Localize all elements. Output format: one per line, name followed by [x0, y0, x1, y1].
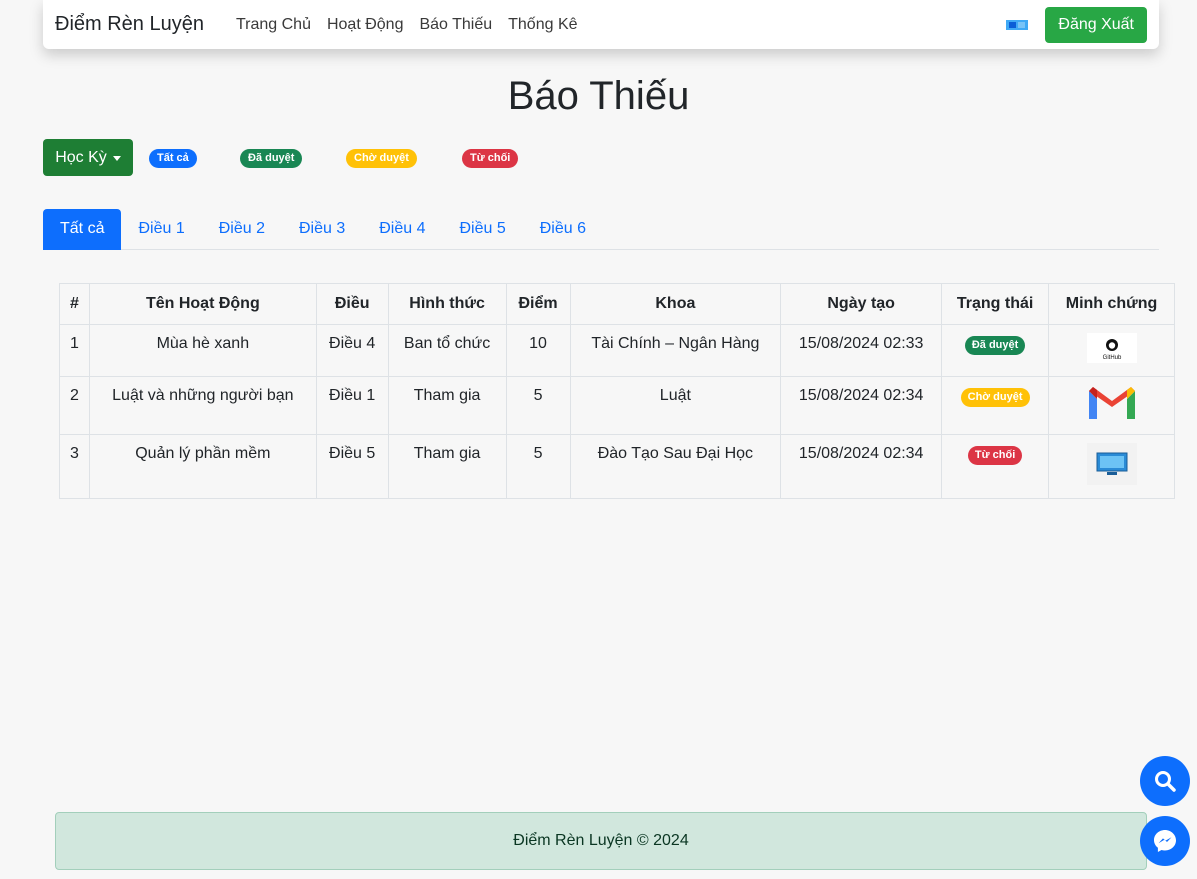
page-title: Báo Thiếu — [507, 74, 690, 118]
cell-article: Điều 5 — [315, 434, 389, 499]
header-index: # — [59, 283, 90, 325]
messenger-icon — [1154, 830, 1176, 852]
cell-faculty: Luật — [569, 376, 782, 435]
cell-index: 2 — [59, 376, 90, 435]
nav-right: Đăng Xuất — [1005, 6, 1147, 43]
gmail-logo-icon[interactable] — [1087, 385, 1137, 421]
caret-down-icon — [112, 155, 121, 161]
cell-created-date: 15/08/2024 02:34 — [780, 376, 943, 435]
table-row: 3 Quản lý phần mềm Điều 5 Tham gia 5 Đào… — [59, 434, 1175, 499]
cell-index: 1 — [59, 324, 90, 377]
table-row: 2 Luật và những người bạn Điều 1 Tham gi… — [59, 376, 1175, 435]
header-activity-name: Tên Hoạt Động — [88, 283, 317, 325]
github-logo-icon[interactable]: GitHub — [1086, 333, 1137, 363]
table-row: 1 Mùa hè xanh Điều 4 Ban tổ chức 10 Tài … — [59, 324, 1175, 377]
cell-form: Tham gia — [387, 434, 507, 499]
tab-article-4[interactable]: Điều 4 — [362, 209, 442, 250]
cell-activity-name: Luật và những người bạn — [88, 376, 317, 435]
messenger-fab-button[interactable] — [1140, 816, 1190, 866]
nav-link-statistics[interactable]: Thống Kê — [500, 16, 585, 34]
cell-created-date: 15/08/2024 02:33 — [780, 324, 943, 377]
cell-score: 10 — [505, 324, 571, 377]
tab-all[interactable]: Tất cả — [43, 209, 122, 250]
computer-icon[interactable] — [1086, 443, 1137, 485]
semester-dropdown-button[interactable]: Học Kỳ — [43, 139, 133, 176]
tab-article-6[interactable]: Điều 6 — [523, 209, 603, 250]
header-form: Hình thức — [387, 283, 507, 325]
tab-article-3[interactable]: Điều 3 — [282, 209, 362, 250]
filter-badge-all[interactable]: Tất cả — [149, 149, 197, 168]
nav-link-home[interactable]: Trang Chủ — [228, 16, 319, 34]
footer-text: Điểm Rèn Luyện © 2024 — [513, 832, 689, 849]
article-tabs: Tất cả Điều 1 Điều 2 Điều 3 Điều 4 Điều … — [43, 209, 1159, 250]
cell-faculty: Đào Tạo Sau Đại Học — [569, 434, 782, 499]
logout-button[interactable]: Đăng Xuất — [1045, 6, 1147, 43]
footer: Điểm Rèn Luyện © 2024 — [55, 812, 1147, 870]
search-fab-button[interactable] — [1140, 756, 1190, 806]
cell-proof — [1048, 376, 1175, 435]
cell-article: Điều 4 — [315, 324, 389, 377]
semester-dropdown-label: Học Kỳ — [55, 148, 107, 166]
nav-link-reports[interactable]: Báo Thiếu — [411, 16, 500, 34]
tab-article-1[interactable]: Điều 1 — [121, 209, 201, 250]
cell-created-date: 15/08/2024 02:34 — [780, 434, 943, 499]
filter-badge-approved[interactable]: Đã duyệt — [240, 149, 303, 168]
tab-article-2[interactable]: Điều 2 — [202, 209, 282, 250]
cell-index: 3 — [59, 434, 90, 499]
cell-article: Điều 1 — [315, 376, 389, 435]
cell-form: Ban tổ chức — [387, 324, 507, 377]
cell-form: Tham gia — [387, 376, 507, 435]
header-created-date: Ngày tạo — [780, 283, 943, 325]
cell-status: Đã duyệt — [941, 324, 1050, 377]
filter-badge-rejected[interactable]: Từ chối — [462, 149, 519, 168]
cell-score: 5 — [505, 376, 571, 435]
cell-activity-name: Quản lý phần mềm — [88, 434, 317, 499]
cell-score: 5 — [505, 434, 571, 499]
cell-faculty: Tài Chính – Ngân Hàng — [569, 324, 782, 377]
avatar-icon[interactable] — [1005, 18, 1029, 32]
nav-link-activities[interactable]: Hoạt Động — [319, 16, 412, 34]
header-article: Điều — [315, 283, 389, 325]
status-badge: Chờ duyệt — [960, 388, 1030, 407]
nav-links: Trang Chủ Hoạt Động Báo Thiếu Thống Kê — [228, 16, 586, 34]
cell-proof — [1048, 434, 1175, 499]
status-badge: Từ chối — [967, 446, 1023, 465]
cell-status: Chờ duyệt — [941, 376, 1050, 435]
status-badge: Đã duyệt — [964, 336, 1026, 355]
header-faculty: Khoa — [569, 283, 782, 325]
cell-proof: GitHub — [1048, 324, 1175, 377]
cell-activity-name: Mùa hè xanh — [88, 324, 317, 377]
github-caption: GitHub — [1102, 355, 1121, 361]
search-icon — [1155, 771, 1176, 792]
tab-article-5[interactable]: Điều 5 — [442, 209, 522, 250]
top-navbar: Điểm Rèn Luyện Trang Chủ Hoạt Động Báo T… — [43, 0, 1159, 49]
table-header-row: # Tên Hoạt Động Điều Hình thức Điểm Khoa… — [59, 283, 1175, 325]
header-proof: Minh chứng — [1048, 283, 1175, 325]
brand-title[interactable]: Điểm Rèn Luyện — [55, 13, 204, 36]
cell-status: Từ chối — [941, 434, 1050, 499]
header-score: Điểm — [505, 283, 571, 325]
filter-badge-pending[interactable]: Chờ duyệt — [346, 149, 417, 168]
header-status: Trạng thái — [941, 283, 1050, 325]
report-table: # Tên Hoạt Động Điều Hình thức Điểm Khoa… — [59, 283, 1175, 499]
